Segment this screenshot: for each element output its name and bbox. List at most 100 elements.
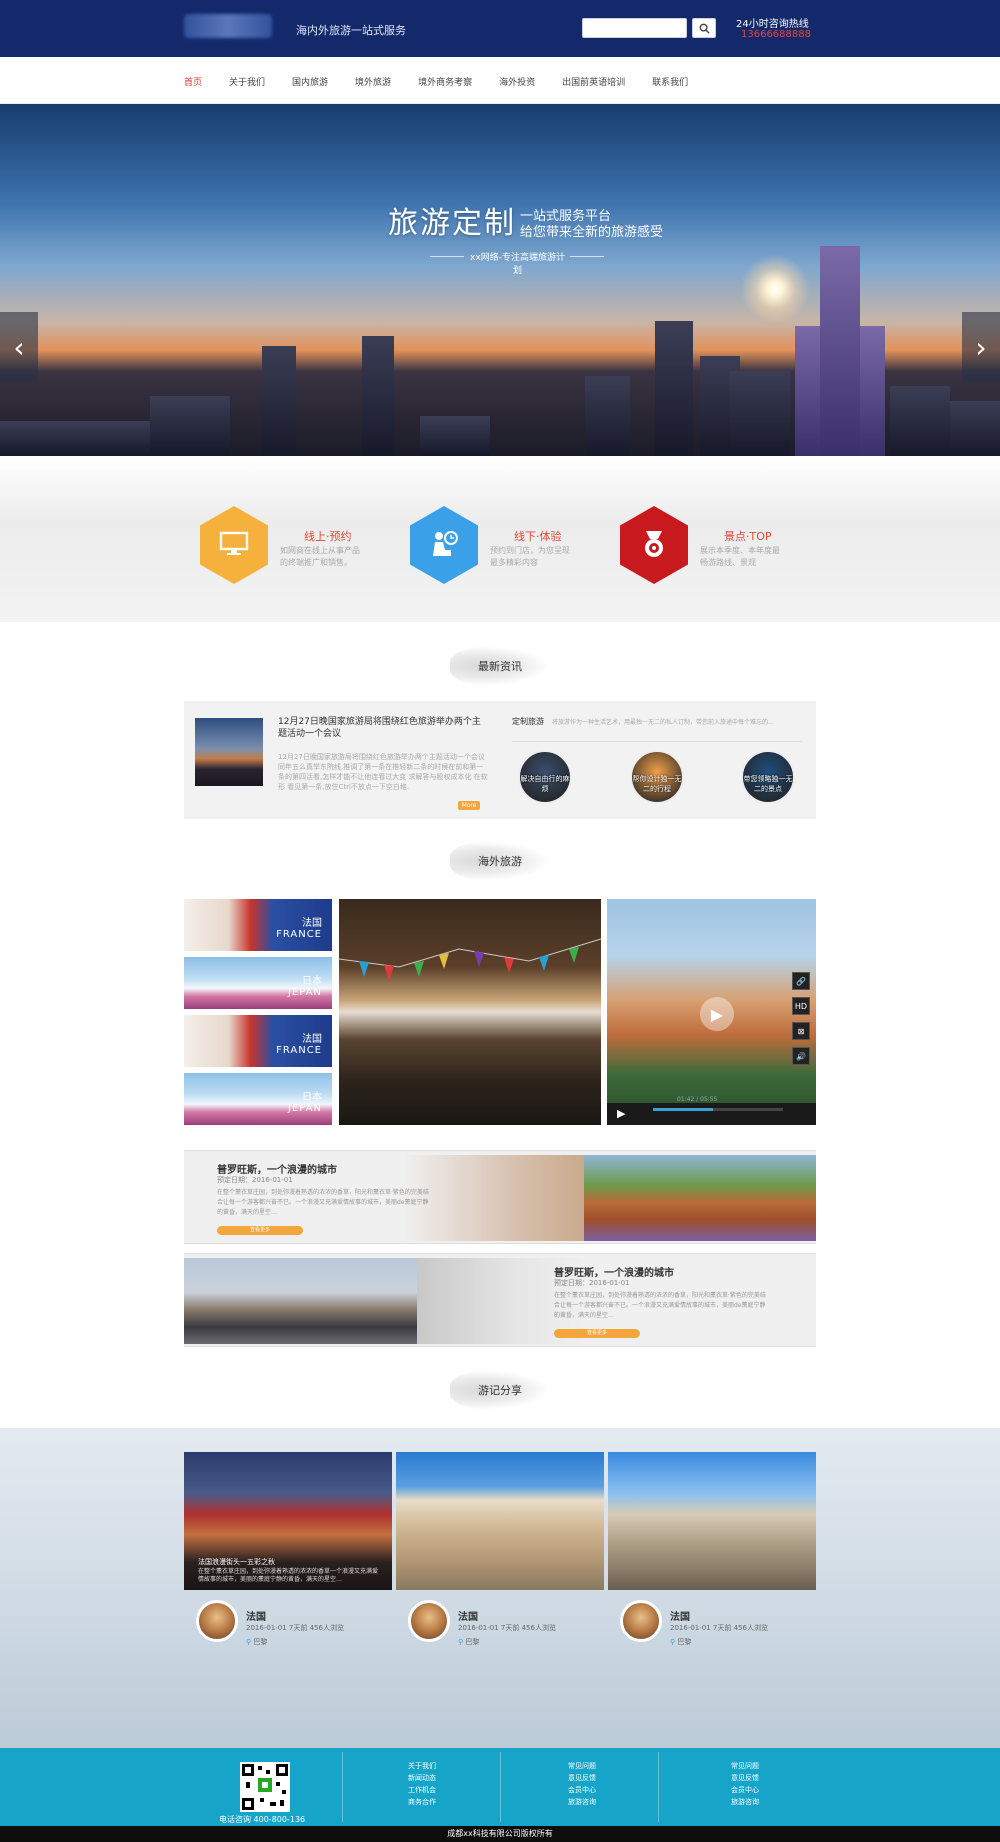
footer-links-1: 关于我们 新闻动态 工作机会 商务合作 xyxy=(408,1760,436,1808)
video-progress[interactable] xyxy=(653,1108,783,1111)
chevron-right-icon: › xyxy=(975,330,987,364)
badge-icon xyxy=(640,529,668,562)
note-location-text: 巴黎 xyxy=(465,1638,480,1646)
footer-links-2: 常见问题 意见反馈 会员中心 旅游咨询 xyxy=(568,1760,596,1808)
custom-travel-desc: 将旅游作为一种生活艺术，用最独一无二的私人订制，带您前入旅途中每个难忘的... xyxy=(552,719,774,726)
footer-link[interactable]: 工作机会 xyxy=(408,1784,436,1796)
footer-link[interactable]: 常见问题 xyxy=(731,1760,759,1772)
top-header: 海内外旅游一站式服务 24小时咨询热线 13666688888 xyxy=(0,0,1000,57)
note-meta: 2016-01-01 7天前 456人浏览 xyxy=(670,1624,768,1632)
country-tile[interactable]: 法国 FRANCE xyxy=(184,899,332,951)
section-title: 最新资讯 xyxy=(478,660,522,673)
custom-circle[interactable]: 带您领略独一无二的景点 xyxy=(741,750,795,804)
nav-item[interactable]: 境外旅游 xyxy=(355,75,391,88)
location-pin-icon: ⚲ xyxy=(246,1638,252,1646)
footer-link[interactable]: 会员中心 xyxy=(731,1784,759,1796)
banner-sun-glow xyxy=(740,254,810,324)
note-location: ⚲ 巴黎 xyxy=(670,1637,691,1647)
country-name-cn: 法国 xyxy=(302,918,322,929)
provence-desc: 在整个薰衣草庄园，到处弥漫着熟透的浓浓的香草，阳光和薰衣草·紫色的完美结合让每一… xyxy=(554,1292,766,1319)
provence-date: 预定日期：2016-01-01 xyxy=(217,1176,293,1184)
news-more-button[interactable]: More xyxy=(458,801,480,810)
note-author: 法国 xyxy=(458,1612,478,1623)
section-header-overseas: 海外旅游 xyxy=(450,841,550,881)
nav-item[interactable]: 出国前英语培训 xyxy=(562,75,625,88)
country-name-cn: 法国 xyxy=(302,1034,322,1045)
custom-circle[interactable]: 解决自由行的麻烦 xyxy=(518,750,572,804)
note-location: ⚲ 巴黎 xyxy=(246,1637,267,1647)
footer-link[interactable]: 会员中心 xyxy=(568,1784,596,1796)
footer-link[interactable]: 常见问题 xyxy=(568,1760,596,1772)
country-name-cn: 日本 xyxy=(302,1092,322,1103)
footer-link[interactable]: 意见反馈 xyxy=(568,1772,596,1784)
banner-title: 旅游定制 xyxy=(388,206,516,241)
footer-link[interactable]: 旅游咨询 xyxy=(731,1796,759,1808)
provence-more-button[interactable]: 查看更多 xyxy=(554,1329,640,1338)
circle-label: 帮你设计独一无二的行程 xyxy=(632,775,682,793)
note-meta: 2016-01-01 7天前 456人浏览 xyxy=(458,1624,556,1632)
banner-tagline: xx网络-专注高端旅游计划 xyxy=(470,253,565,276)
footer-link[interactable]: 商务合作 xyxy=(408,1796,436,1808)
qr-code xyxy=(240,1762,290,1812)
link-icon[interactable]: 🔗 xyxy=(792,972,810,990)
hotline-number[interactable]: 13666688888 xyxy=(741,29,811,40)
feature-title[interactable]: 景点·TOP xyxy=(724,528,772,544)
provence-title: 普罗旺斯，一个浪漫的城市 xyxy=(217,1165,337,1176)
chevron-left-icon: ‹ xyxy=(13,330,25,364)
country-tile[interactable]: 日本 JEPAN xyxy=(184,957,332,1009)
hotline-label: 24小时咨询热线 xyxy=(736,19,809,30)
search-button[interactable] xyxy=(692,18,716,38)
divider xyxy=(512,741,802,742)
news-title[interactable]: 12月27日晚国家旅游局将围绕红色旅游举办两个主题活动一个会议 xyxy=(278,716,488,740)
hd-icon[interactable]: HD xyxy=(792,997,810,1015)
country-tile[interactable]: 法国 FRANCE xyxy=(184,1015,332,1067)
note-author: 法国 xyxy=(246,1612,266,1623)
provence-card-2[interactable]: 普罗旺斯，一个浪漫的城市 预定日期：2016-01-01 在整个薰衣草庄园，到处… xyxy=(184,1253,816,1347)
circle-label: 解决自由行的麻烦 xyxy=(520,775,570,793)
play-icon[interactable]: ▶ xyxy=(617,1107,625,1120)
avatar xyxy=(408,1600,450,1642)
country-tile[interactable]: 日本 JEPAN xyxy=(184,1073,332,1125)
search-input[interactable] xyxy=(582,18,687,38)
provence-card-1[interactable]: 普罗旺斯，一个浪漫的城市 预定日期：2016-01-01 在整个薰衣草庄园，到处… xyxy=(184,1150,816,1244)
play-icon[interactable]: ▶ xyxy=(700,997,734,1031)
volume-icon[interactable]: 🔊 xyxy=(792,1047,810,1065)
monitor-icon xyxy=(219,531,249,560)
video-time: 01:42 / 05:55 xyxy=(677,1096,718,1103)
person-clock-icon xyxy=(429,530,459,561)
nav-item[interactable]: 联系我们 xyxy=(652,75,688,88)
footer-link[interactable]: 新闻动态 xyxy=(408,1772,436,1784)
banner-prev-button[interactable]: ‹ xyxy=(0,312,38,382)
custom-circle[interactable]: 帮你设计独一无二的行程 xyxy=(630,750,684,804)
fullscreen-icon[interactable]: ⊠ xyxy=(792,1022,810,1040)
nav-item[interactable]: 国内旅游 xyxy=(292,75,328,88)
note-location-text: 巴黎 xyxy=(677,1638,692,1646)
feature-title[interactable]: 线下·体验 xyxy=(514,528,562,544)
feature-desc: 如网商在线上从事产品的终端推广和销售。 xyxy=(280,546,360,567)
search-icon xyxy=(699,23,710,34)
note-photo xyxy=(608,1452,816,1590)
divider xyxy=(500,1752,501,1822)
provence-more-button[interactable]: 查看更多 xyxy=(217,1226,303,1235)
copyright: 成都xx科技有限公司版权所有 xyxy=(0,1826,1000,1842)
feature-desc: 预约到门店，为您呈现最多精彩内容 xyxy=(490,546,570,567)
banner-subtitle-2: 给您带来全新的旅游感受 xyxy=(520,225,664,240)
country-name-en: JEPAN xyxy=(288,1103,322,1114)
footer-link[interactable]: 旅游咨询 xyxy=(568,1796,596,1808)
footer-phone: 电话咨询 400-800-136 xyxy=(219,1815,306,1824)
news-thumbnail[interactable] xyxy=(195,718,263,786)
note-location: ⚲ 巴黎 xyxy=(458,1637,479,1647)
bridge-photo xyxy=(184,1258,417,1344)
footer-link[interactable]: 意见反馈 xyxy=(731,1772,759,1784)
banner-next-button[interactable]: › xyxy=(962,312,1000,382)
nav-item[interactable]: 海外投资 xyxy=(499,75,535,88)
nav-item[interactable]: 关于我们 xyxy=(229,75,265,88)
feature-title[interactable]: 线上·预约 xyxy=(304,528,352,544)
footer-link[interactable]: 关于我们 xyxy=(408,1760,436,1772)
nav-item[interactable]: 境外商务考察 xyxy=(418,75,472,88)
nav-item[interactable]: 首页 xyxy=(184,75,202,88)
floating-market-photo[interactable] xyxy=(339,899,601,1125)
country-name-en: FRANCE xyxy=(276,929,322,940)
site-logo[interactable] xyxy=(184,14,272,38)
avatar xyxy=(196,1600,238,1642)
